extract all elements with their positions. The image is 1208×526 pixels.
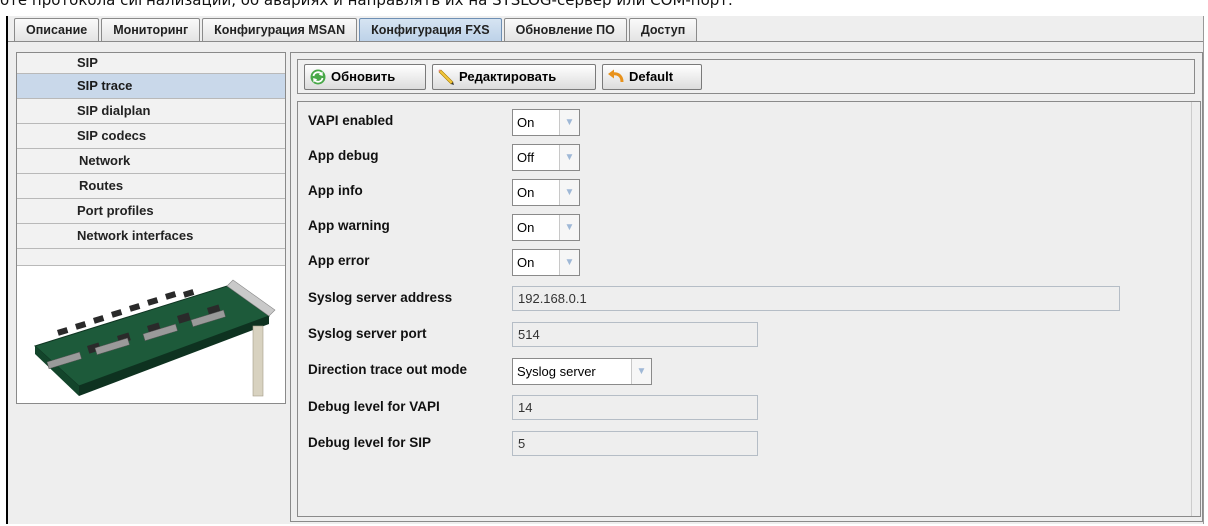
syslog-port-field[interactable]: 514 — [512, 322, 758, 347]
toolbar: Обновить Редактировать Default — [297, 59, 1195, 94]
trace-mode-select[interactable]: Syslog server ▼ — [512, 358, 652, 385]
sidebar-item-network[interactable]: Network — [17, 149, 285, 174]
default-label: Default — [629, 69, 674, 84]
tab-msan-config[interactable]: Конфигурация MSAN — [202, 18, 358, 42]
edit-label: Редактировать — [459, 69, 557, 84]
sidebar: SIP SIP trace SIP dialplan SIP codecs Ne… — [16, 52, 286, 404]
vapi-enabled-label: VAPI enabled — [308, 113, 394, 128]
trace-mode-label: Direction trace out mode — [308, 362, 468, 377]
tab-bar: Описание Мониторинг Конфигурация MSAN Ко… — [14, 18, 699, 42]
app-warning-select[interactable]: On ▼ — [512, 214, 580, 241]
panel-edge — [1191, 102, 1197, 516]
app-debug-select[interactable]: Off ▼ — [512, 144, 580, 171]
syslog-address-field[interactable]: 192.168.0.1 — [512, 286, 1120, 311]
syslog-address-label: Syslog server address — [308, 290, 453, 305]
chevron-down-icon[interactable]: ▼ — [559, 250, 579, 275]
pencil-icon — [438, 69, 454, 85]
device-board-image — [17, 265, 285, 403]
sidebar-item-routes[interactable]: Routes — [17, 174, 285, 199]
chevron-down-icon[interactable]: ▼ — [559, 180, 579, 205]
tab-firmware-update[interactable]: Обновление ПО — [503, 18, 627, 42]
refresh-label: Обновить — [331, 69, 396, 84]
refresh-icon — [310, 69, 326, 85]
debug-vapi-field[interactable]: 14 — [512, 395, 758, 420]
chevron-down-icon[interactable]: ▼ — [559, 215, 579, 240]
chevron-down-icon[interactable]: ▼ — [559, 110, 579, 135]
sidebar-item-sip-dialplan[interactable]: SIP dialplan — [17, 99, 285, 124]
app-info-value: On — [517, 185, 535, 200]
tab-fxs-config[interactable]: Конфигурация FXS — [359, 18, 502, 42]
app-debug-label: App debug — [308, 148, 379, 163]
app-error-label: App error — [308, 253, 370, 268]
edit-button[interactable]: Редактировать — [432, 64, 596, 90]
debug-vapi-label: Debug level for VAPI — [308, 399, 440, 414]
chevron-down-icon[interactable]: ▼ — [631, 359, 651, 384]
app-debug-value: Off — [517, 150, 535, 165]
app-warning-label: App warning — [308, 218, 390, 233]
syslog-port-label: Syslog server port — [308, 326, 427, 341]
vapi-enabled-select[interactable]: On ▼ — [512, 109, 580, 136]
tab-monitoring[interactable]: Мониторинг — [101, 18, 201, 42]
sidebar-item-network-interfaces[interactable]: Network interfaces — [17, 224, 285, 249]
trace-mode-value: Syslog server — [517, 364, 596, 379]
tab-description[interactable]: Описание — [14, 18, 100, 42]
app-info-select[interactable]: On ▼ — [512, 179, 580, 206]
chevron-down-icon[interactable]: ▼ — [559, 145, 579, 170]
tab-divider — [8, 41, 1203, 42]
app-window: Описание Мониторинг Конфигурация MSAN Ко… — [6, 16, 1204, 524]
sidebar-item-port-profiles[interactable]: Port profiles — [17, 199, 285, 224]
doc-caption: оте протокола сигнализации, об авариях и… — [0, 0, 733, 9]
undo-icon — [608, 69, 624, 83]
sip-trace-form: VAPI enabled On ▼ App debug Off ▼ App in… — [297, 101, 1201, 517]
debug-sip-field[interactable]: 5 — [512, 431, 758, 456]
refresh-button[interactable]: Обновить — [304, 64, 426, 90]
default-button[interactable]: Default — [602, 64, 702, 90]
sidebar-item-sip-trace[interactable]: SIP trace — [17, 74, 285, 99]
config-panel: Обновить Редактировать Default VAPI enab… — [290, 52, 1203, 522]
tab-access[interactable]: Доступ — [628, 18, 698, 42]
debug-sip-label: Debug level for SIP — [308, 435, 432, 450]
sidebar-item-sip[interactable]: SIP — [17, 53, 285, 74]
app-error-value: On — [517, 255, 535, 270]
app-info-label: App info — [308, 183, 363, 198]
app-error-select[interactable]: On ▼ — [512, 249, 580, 276]
vapi-enabled-value: On — [517, 115, 535, 130]
app-warning-value: On — [517, 220, 535, 235]
sidebar-item-sip-codecs[interactable]: SIP codecs — [17, 124, 285, 149]
